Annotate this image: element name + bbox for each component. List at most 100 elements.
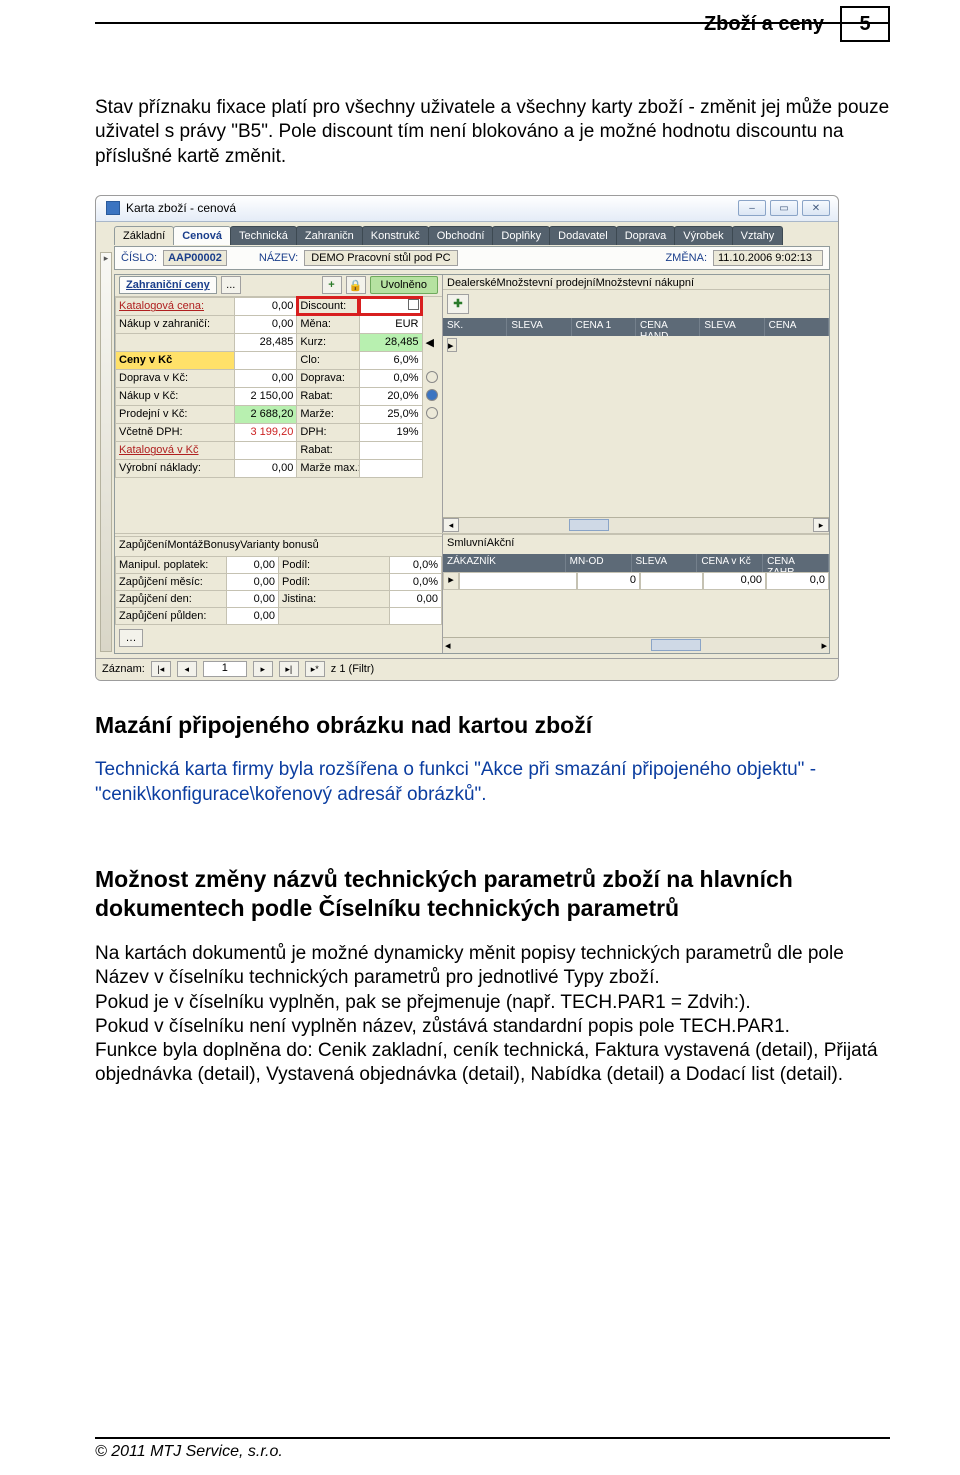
left-value[interactable]: 28,485 bbox=[234, 333, 297, 351]
lower-left-tab-1[interactable]: Montáž bbox=[167, 539, 203, 556]
ll-v2[interactable] bbox=[389, 607, 441, 624]
ll-v2[interactable]: 0,0% bbox=[389, 573, 441, 590]
left-value[interactable]: 2 150,00 bbox=[234, 387, 297, 405]
left-value2[interactable] bbox=[359, 441, 422, 459]
left-label: Katalogová cena: bbox=[116, 297, 235, 315]
left-label: Včetně DPH: bbox=[116, 423, 235, 441]
nav-next-button[interactable]: ▸ bbox=[253, 661, 273, 677]
right-col-CENA HAND.: CENA HAND. bbox=[636, 318, 700, 336]
ll-v[interactable]: 0,00 bbox=[226, 556, 278, 573]
left-value2[interactable]: 19% bbox=[359, 423, 422, 441]
left-label bbox=[116, 333, 235, 351]
nazev-value: DEMO Pracovní stůl pod PC bbox=[304, 250, 457, 266]
nav-last-button[interactable]: ▸| bbox=[279, 661, 299, 677]
lower-left-dots-button[interactable]: … bbox=[119, 629, 143, 647]
main-tab-cenová[interactable]: Cenová bbox=[173, 226, 231, 245]
left-value2[interactable]: 25,0% bbox=[359, 405, 422, 423]
lower-left-tab-0[interactable]: Zapůjčení bbox=[119, 539, 167, 556]
left-dots-button[interactable]: ... bbox=[221, 276, 241, 294]
left-rail[interactable]: ▸ bbox=[100, 252, 112, 652]
main-tab-zahraničn[interactable]: Zahraničn bbox=[296, 226, 363, 245]
window-title: Karta zboží - cenová bbox=[126, 201, 236, 215]
record-current[interactable]: 1 bbox=[203, 661, 247, 677]
lower-right-hscroll[interactable]: ◂▸ bbox=[443, 637, 829, 653]
ll-l: Zapůjčení den: bbox=[116, 590, 227, 607]
uvolneno-badge: Uvolněno bbox=[370, 276, 438, 294]
heading-mazani: Mazání připojeného obrázku nad kartou zb… bbox=[95, 711, 890, 740]
ll-v2[interactable]: 0,0% bbox=[389, 556, 441, 573]
lower-right-col-3: CENA v Kč bbox=[697, 554, 763, 572]
left-value[interactable]: 2 688,20 bbox=[234, 405, 297, 423]
left-plus-button[interactable]: + bbox=[322, 276, 342, 294]
left-value[interactable] bbox=[234, 441, 297, 459]
main-tab-výrobek[interactable]: Výrobek bbox=[674, 226, 732, 245]
main-tab-obchodní[interactable]: Obchodní bbox=[428, 226, 494, 245]
ll-v[interactable]: 0,00 bbox=[226, 573, 278, 590]
row-indicator: ▸ bbox=[447, 338, 457, 352]
paragraph-3b: Pokud je v číselníku vyplněn, pak se pře… bbox=[95, 991, 890, 1015]
left-value2[interactable] bbox=[359, 459, 422, 477]
right-col-SLEVA: SLEVA bbox=[700, 318, 764, 336]
main-tab-konstrukč[interactable]: Konstrukč bbox=[362, 226, 429, 245]
left-value[interactable]: 3 199,20 bbox=[234, 423, 297, 441]
left-label: Nákup v zahraničí: bbox=[116, 315, 235, 333]
lower-right-tab-0[interactable]: Smluvní bbox=[447, 537, 487, 554]
left-tab-zahranicni-ceny[interactable]: Zahraniční ceny bbox=[119, 276, 217, 294]
nazev-label: NÁZEV: bbox=[259, 252, 298, 264]
lower-right-col-1: MN-OD bbox=[566, 554, 632, 572]
right-hscroll[interactable]: ◂▸ bbox=[443, 517, 829, 533]
ll-l2 bbox=[278, 607, 389, 624]
nav-prev-button[interactable]: ◂ bbox=[177, 661, 197, 677]
left-label2: Doprava: bbox=[297, 369, 360, 387]
left-value[interactable]: 0,00 bbox=[234, 315, 297, 333]
left-value[interactable]: 0,00 bbox=[234, 369, 297, 387]
ll-v[interactable]: 0,00 bbox=[226, 607, 278, 624]
right-col-SK.: SK. bbox=[443, 318, 507, 336]
left-lock-button[interactable]: 🔒 bbox=[346, 276, 366, 294]
close-button[interactable]: ✕ bbox=[802, 200, 830, 216]
left-value[interactable]: 0,00 bbox=[234, 297, 297, 315]
main-tab-základní[interactable]: Základní bbox=[114, 226, 174, 245]
nav-new-button[interactable]: ▸* bbox=[305, 661, 325, 677]
left-value[interactable] bbox=[234, 351, 297, 369]
right-tab-1[interactable]: Množstevní prodejní bbox=[497, 277, 596, 289]
left-value[interactable]: 0,00 bbox=[234, 459, 297, 477]
main-tab-dodavatel[interactable]: Dodavatel bbox=[549, 226, 617, 245]
main-tab-vztahy[interactable]: Vztahy bbox=[732, 226, 784, 245]
nav-first-button[interactable]: |◂ bbox=[151, 661, 171, 677]
ll-v2[interactable]: 0,00 bbox=[389, 590, 441, 607]
lower-right-cell-4[interactable]: 0,0 bbox=[766, 572, 829, 590]
lower-right-cell-1[interactable]: 0 bbox=[577, 572, 640, 590]
right-plus-button[interactable]: ✚ bbox=[447, 294, 469, 314]
page-number: 5 bbox=[840, 6, 890, 42]
right-tab-0[interactable]: Dealerské bbox=[447, 277, 497, 289]
lower-right-cell-3[interactable]: 0,00 bbox=[703, 572, 766, 590]
left-label2: Rabat: bbox=[297, 387, 360, 405]
minimize-button[interactable]: – bbox=[738, 200, 766, 216]
left-value2[interactable]: 28,485 bbox=[359, 333, 422, 351]
right-col-CENA 1: CENA 1 bbox=[572, 318, 636, 336]
left-label: Doprava v Kč: bbox=[116, 369, 235, 387]
lower-right-tab-1[interactable]: Akční bbox=[487, 537, 515, 554]
main-tab-technická[interactable]: Technická bbox=[230, 226, 297, 245]
footer-copyright: © 2011 MTJ Service, s.r.o. bbox=[95, 1443, 283, 1461]
left-value2[interactable]: 6,0% bbox=[359, 351, 422, 369]
lower-left-tab-2[interactable]: Bonusy bbox=[203, 539, 240, 556]
left-label2: Marže: bbox=[297, 405, 360, 423]
lower-right-cell-2[interactable] bbox=[640, 572, 703, 590]
app-icon bbox=[106, 201, 120, 215]
maximize-button[interactable]: ▭ bbox=[770, 200, 798, 216]
left-label2: Marže max.: bbox=[297, 459, 360, 477]
main-tab-doplňky[interactable]: Doplňky bbox=[492, 226, 550, 245]
left-value2[interactable]: 0,0% bbox=[359, 369, 422, 387]
lower-right-cell-0[interactable] bbox=[459, 572, 577, 590]
right-tab-2[interactable]: Množstevní nákupní bbox=[596, 277, 694, 289]
lower-left-tab-3[interactable]: Varianty bonusů bbox=[240, 539, 319, 556]
lower-right-col-2: SLEVA bbox=[632, 554, 698, 572]
left-value2[interactable] bbox=[359, 297, 422, 315]
left-value2[interactable]: EUR bbox=[359, 315, 422, 333]
ll-v[interactable]: 0,00 bbox=[226, 590, 278, 607]
paragraph-3c: Pokud v číselníku není vyplněn název, zů… bbox=[95, 1015, 890, 1039]
main-tab-doprava[interactable]: Doprava bbox=[616, 226, 676, 245]
left-value2[interactable]: 20,0% bbox=[359, 387, 422, 405]
